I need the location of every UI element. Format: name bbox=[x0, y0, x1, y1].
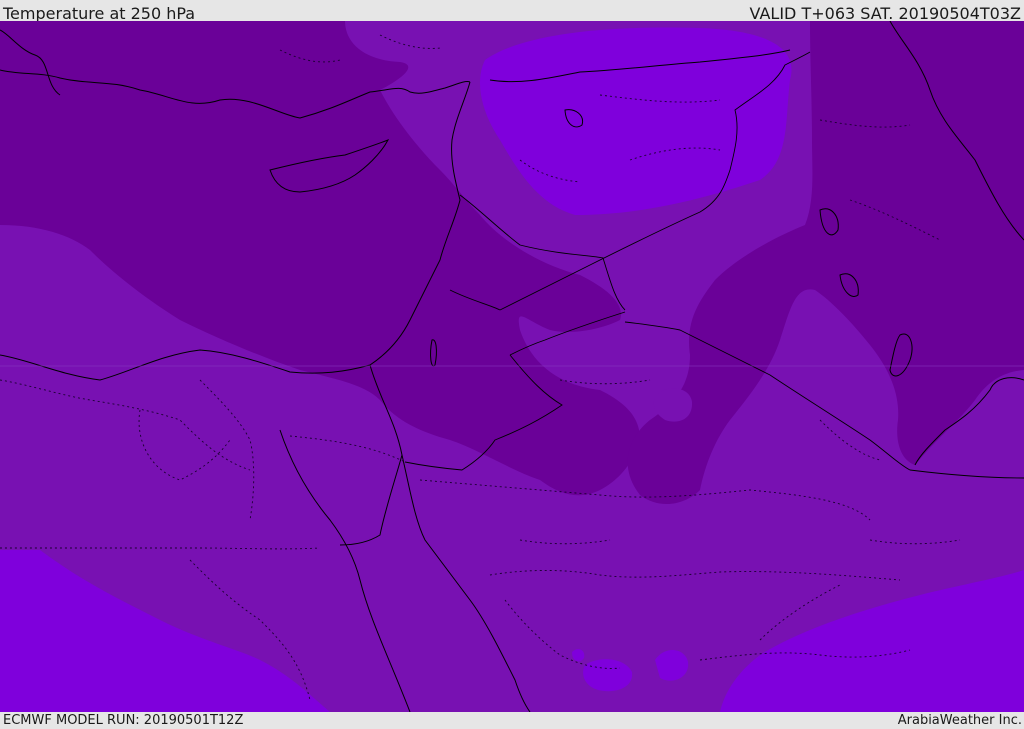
credit-label: ArabiaWeather Inc. bbox=[897, 713, 1022, 728]
temperature-map[interactable] bbox=[0, 21, 1024, 712]
model-run-label: ECMWF MODEL RUN: 20190501T12Z bbox=[3, 713, 244, 728]
